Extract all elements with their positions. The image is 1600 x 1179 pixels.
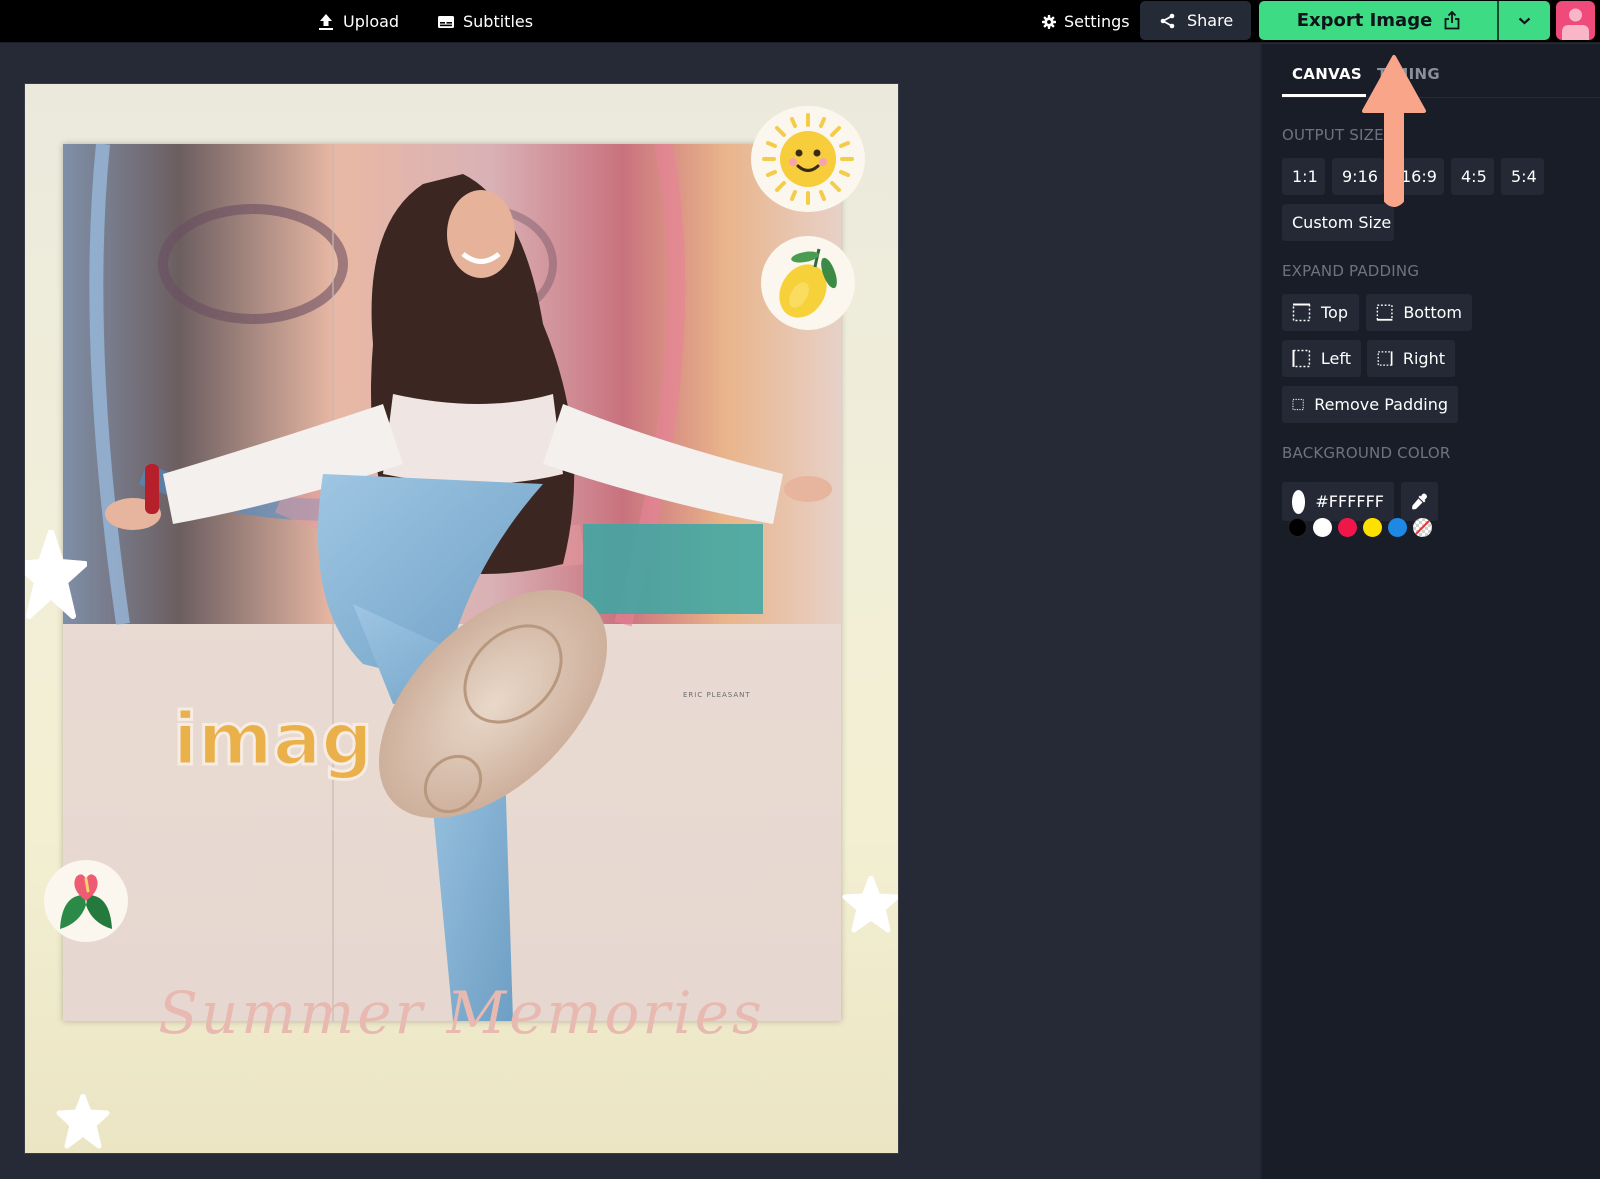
size-option-5-4[interactable]: 5:4 [1501, 158, 1544, 195]
export-share-icon [1444, 11, 1460, 30]
subtitles-button[interactable]: Subtitles [438, 4, 533, 39]
export-image-button[interactable]: Export Image [1259, 1, 1498, 40]
properties-sidebar: CANVAS TIMING OUTPUT SIZE 1:1 9:16 16:9 … [1260, 44, 1600, 1179]
gear-icon [1042, 14, 1056, 29]
editor-canvas-area: imag ERIC PLEASANT Summer Memories [0, 44, 1260, 1179]
chevron-down-icon [1518, 17, 1531, 24]
current-color-swatch [1292, 489, 1306, 514]
user-avatar[interactable] [1556, 1, 1595, 40]
upload-label: Upload [343, 12, 400, 31]
swatch-transparent[interactable] [1413, 518, 1432, 537]
output-size-heading: OUTPUT SIZE [1282, 126, 1384, 144]
pad-top-label: Top [1321, 303, 1348, 322]
logo-watermark: imag [173, 697, 373, 781]
photo-signature: ERIC PLEASANT [683, 691, 751, 699]
swatch-black[interactable] [1288, 518, 1307, 537]
share-icon [1160, 13, 1175, 28]
swatch-yellow[interactable] [1363, 518, 1382, 537]
eyedropper-icon [1412, 493, 1427, 510]
swatch-blue[interactable] [1388, 518, 1407, 537]
swatch-red[interactable] [1338, 518, 1357, 537]
star-sticker[interactable] [25, 530, 87, 620]
lemon-sticker[interactable] [761, 236, 855, 330]
expand-padding-heading: EXPAND PADDING [1282, 262, 1420, 280]
main-photo[interactable]: imag ERIC PLEASANT [63, 144, 841, 1021]
no-color-slash-icon [1415, 520, 1430, 535]
swatch-white[interactable] [1313, 518, 1332, 537]
flower-icon [60, 874, 112, 929]
pad-bottom-icon [1376, 304, 1393, 321]
user-icon [1562, 8, 1589, 40]
star-sticker[interactable] [55, 1094, 111, 1153]
eyedropper-button[interactable] [1401, 482, 1438, 521]
sun-icon [762, 113, 854, 205]
poster-canvas[interactable]: imag ERIC PLEASANT Summer Memories [25, 84, 898, 1153]
remove-padding-label: Remove Padding [1314, 395, 1448, 414]
photo-illustration: imag [63, 144, 841, 1021]
star-sticker[interactable] [841, 876, 898, 934]
pad-left-button[interactable]: Left [1282, 340, 1361, 377]
share-button[interactable]: Share [1140, 1, 1251, 40]
upload-button[interactable]: Upload [318, 4, 399, 39]
pad-left-label: Left [1320, 349, 1351, 368]
tab-canvas[interactable]: CANVAS [1292, 65, 1362, 83]
pad-right-label: Right [1402, 349, 1445, 368]
size-option-16-9[interactable]: 16:9 [1391, 158, 1444, 195]
top-toolbar: Upload Subtitles Settings Share Export I… [0, 0, 1600, 43]
size-option-9-16[interactable]: 9:16 [1332, 158, 1384, 195]
export-options-dropdown[interactable] [1499, 1, 1550, 40]
background-color-heading: BACKGROUND COLOR [1282, 444, 1451, 462]
anthurium-flower-sticker[interactable] [44, 860, 128, 942]
lemon-icon [779, 248, 837, 318]
pad-top-button[interactable]: Top [1282, 294, 1359, 331]
size-option-4-5[interactable]: 4:5 [1451, 158, 1494, 195]
share-label: Share [1187, 11, 1234, 30]
upload-icon [319, 13, 333, 30]
settings-button[interactable]: Settings [1042, 4, 1130, 39]
tab-timing[interactable]: TIMING [1377, 65, 1440, 83]
settings-label: Settings [1064, 12, 1130, 31]
active-tab-indicator [1282, 94, 1366, 97]
subtitles-icon [438, 15, 454, 28]
custom-size-button[interactable]: Custom Size [1282, 204, 1394, 241]
pad-bottom-label: Bottom [1403, 303, 1462, 322]
remove-padding-button[interactable]: Remove Padding [1282, 386, 1458, 423]
pad-right-icon [1377, 351, 1393, 366]
subtitles-label: Subtitles [463, 12, 534, 31]
pad-top-icon [1292, 303, 1311, 322]
size-option-1-1[interactable]: 1:1 [1282, 158, 1325, 195]
background-color-value: #FFFFFF [1315, 492, 1384, 511]
sun-sticker[interactable] [751, 106, 865, 212]
caption-text[interactable]: Summer Memories [25, 979, 898, 1047]
pad-left-icon [1292, 349, 1311, 368]
export-image-label: Export Image [1296, 10, 1433, 31]
remove-padding-icon [1292, 398, 1304, 411]
sidebar-tabs: CANVAS TIMING [1282, 44, 1600, 98]
pad-right-button[interactable]: Right [1367, 340, 1455, 377]
background-color-picker[interactable]: #FFFFFF [1282, 482, 1394, 521]
pad-bottom-button[interactable]: Bottom [1366, 294, 1472, 331]
